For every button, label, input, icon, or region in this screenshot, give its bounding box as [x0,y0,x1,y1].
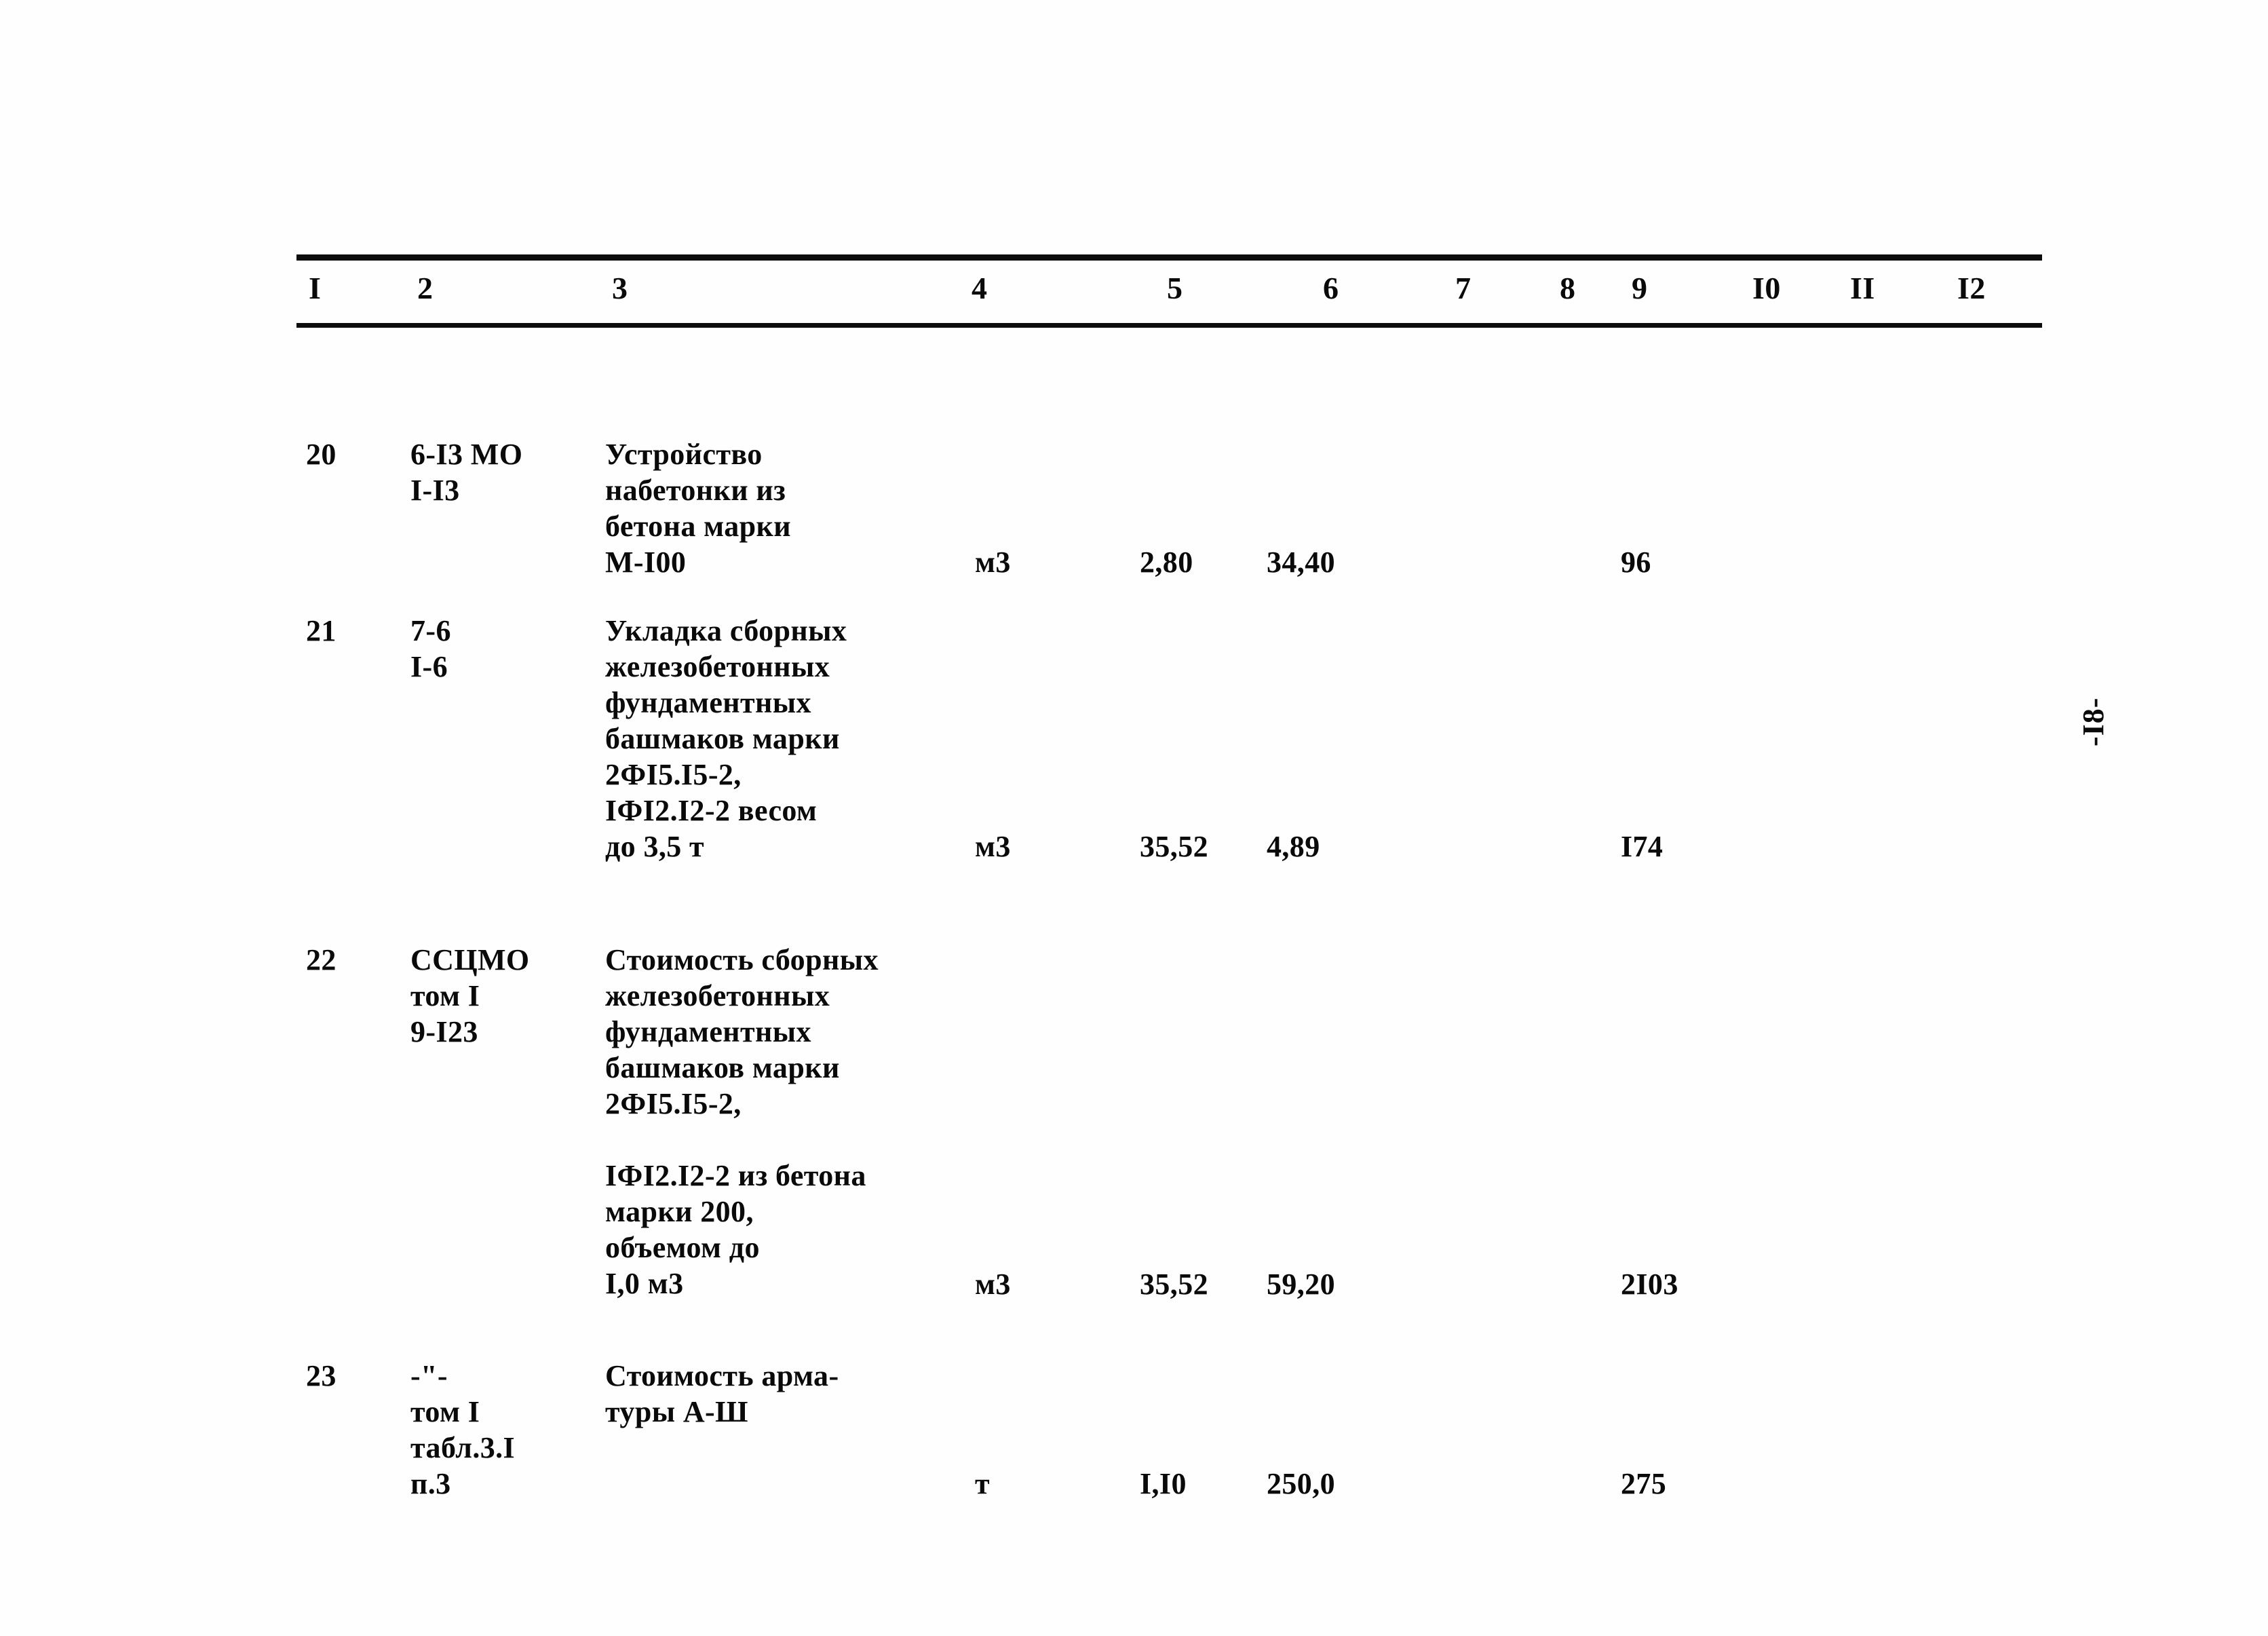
row-description: Стоимость арма- туры А-Ш [605,1359,839,1428]
row-description: Стоимость сборных железобетонных фундаме… [605,943,879,1300]
row-unit: м3 [975,546,1011,579]
row-number: 23 [306,1359,337,1392]
row-unit: м3 [975,830,1011,863]
row-code: 6-I3 МО I-I3 [410,438,523,507]
row-unit: м3 [975,1268,1011,1301]
row-code: -"- том I табл.3.I п.3 [410,1359,516,1500]
row-total: I74 [1621,830,1664,863]
column-header-2: 2 [417,271,434,305]
row-total: 275 [1621,1467,1667,1500]
column-header-3: 3 [612,271,628,305]
row-unit: т [975,1467,991,1500]
column-header-12: I2 [1957,271,1986,305]
column-header-5: 5 [1167,271,1183,305]
table-top-rule [296,254,2042,261]
column-header-1: I [309,271,322,305]
column-header-7: 7 [1455,271,1472,305]
row-unit-price: 34,40 [1267,546,1335,579]
column-number-header-row: I 2 3 4 5 6 7 8 9 I0 II I2 [296,261,2042,323]
page-folio-number: -I8- [2077,697,2110,746]
row-unit-price: 59,20 [1267,1268,1335,1301]
row-number: 21 [306,614,337,647]
row-quantity: 35,52 [1140,1268,1208,1301]
row-unit-price: 250,0 [1267,1467,1335,1500]
column-header-8: 8 [1560,271,1576,305]
table-header-bottom-rule [296,323,2042,328]
row-description: Укладка сборных железобетонных фундамент… [605,614,847,863]
column-header-11: II [1850,271,1875,305]
document-page: I 2 3 4 5 6 7 8 9 I0 II I2 20 6-I3 МО I-… [0,0,2268,1636]
column-header-6: 6 [1323,271,1339,305]
row-total: 2I03 [1621,1268,1678,1301]
row-code: 7-6 I-6 [410,614,451,683]
row-description: Устройство набетонки из бетона марки М-I… [605,438,791,579]
row-quantity: I,I0 [1140,1467,1187,1500]
row-number: 22 [306,943,337,976]
row-code: ССЦМО том I 9-I23 [410,943,530,1048]
column-header-4: 4 [972,271,988,305]
row-quantity: 35,52 [1140,830,1208,863]
row-number: 20 [306,438,337,471]
column-header-9: 9 [1632,271,1648,305]
estimate-table: I 2 3 4 5 6 7 8 9 I0 II I2 20 6-I3 МО I-… [296,254,2042,1500]
column-header-10: I0 [1752,271,1781,305]
row-unit-price: 4,89 [1267,830,1320,863]
row-total: 96 [1621,546,1651,579]
row-quantity: 2,80 [1140,546,1193,579]
